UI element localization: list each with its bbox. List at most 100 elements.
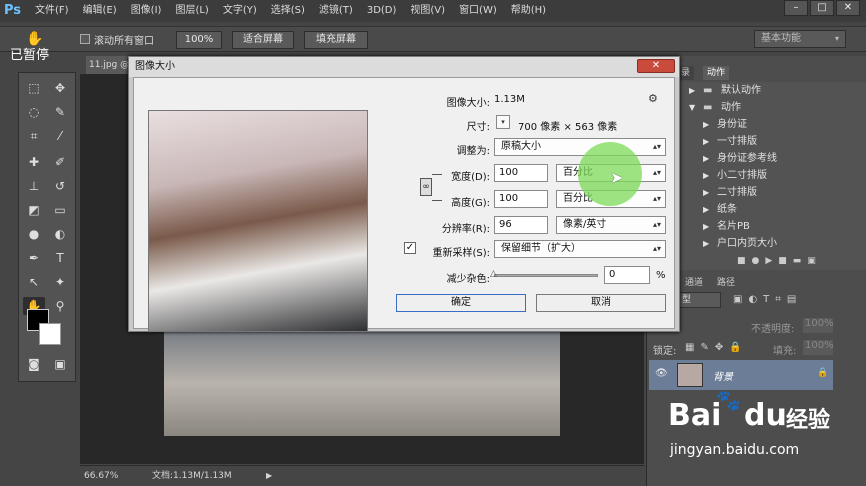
action-item[interactable]: ▶ 纸条 bbox=[677, 201, 866, 218]
height-field[interactable]: 100 bbox=[494, 190, 548, 208]
opacity-field[interactable]: 100% bbox=[803, 318, 834, 333]
action-item[interactable]: ▶ 身份证参考线 bbox=[677, 150, 866, 167]
image-preview[interactable] bbox=[148, 110, 368, 332]
ok-button[interactable]: 确定 bbox=[396, 294, 526, 312]
expand-arrow-icon[interactable]: ▶ bbox=[703, 201, 709, 218]
healing-brush-tool-icon[interactable]: ✚ bbox=[23, 153, 45, 171]
stamp-tool-icon[interactable]: ⊥ bbox=[23, 177, 45, 195]
menu-file[interactable]: 文件(F) bbox=[28, 0, 76, 22]
lock-icons[interactable]: ▦✎✥🔒 bbox=[685, 342, 748, 353]
menu-edit[interactable]: 编辑(E) bbox=[76, 0, 124, 22]
image-size-value: 1.13M bbox=[494, 94, 525, 105]
action-folder-default[interactable]: ▶ ▬ 默认动作 bbox=[677, 82, 866, 99]
fill-label: 填充: bbox=[773, 346, 797, 357]
tab-paths[interactable]: 路径 bbox=[713, 276, 739, 290]
action-item[interactable]: ▶ 身份证 bbox=[677, 116, 866, 133]
resample-label: 重新采样(S): bbox=[432, 248, 490, 259]
expand-arrow-icon[interactable]: ▶ bbox=[703, 116, 709, 133]
maximize-button[interactable]: □ bbox=[810, 0, 834, 16]
menu-window[interactable]: 窗口(W) bbox=[452, 0, 504, 22]
menu-3d[interactable]: 3D(D) bbox=[360, 0, 404, 22]
action-item[interactable]: ▶ 小二寸排版 bbox=[677, 167, 866, 184]
action-item[interactable]: ▶ 户口内页大小 bbox=[677, 235, 866, 252]
expand-arrow-icon[interactable]: ▶ bbox=[703, 167, 709, 184]
layer-name: 背景 bbox=[713, 372, 733, 383]
fit-to-select[interactable]: 原稿大小 ▴▾ bbox=[494, 138, 666, 156]
resample-method-select[interactable]: 保留细节（扩大） ▴▾ bbox=[494, 240, 666, 258]
lock-icon: 🔒 bbox=[817, 368, 829, 378]
menu-image[interactable]: 图像(I) bbox=[124, 0, 169, 22]
workspace-select[interactable]: 基本功能 ▾ bbox=[754, 30, 846, 48]
minimize-button[interactable]: – bbox=[784, 0, 808, 16]
crop-tool-icon[interactable]: ⌗ bbox=[23, 127, 45, 145]
expand-arrow-icon[interactable]: ▶ bbox=[703, 133, 709, 150]
menu-help[interactable]: 帮助(H) bbox=[504, 0, 553, 22]
reduce-noise-field[interactable]: 0 bbox=[604, 266, 650, 284]
action-folder-actions[interactable]: ▼ ▬ 动作 bbox=[677, 99, 866, 116]
pen-tool-icon[interactable]: ✒ bbox=[23, 249, 45, 267]
history-brush-tool-icon[interactable]: ↺ bbox=[49, 177, 71, 195]
zoom-100-button[interactable]: 100% bbox=[176, 31, 222, 49]
shape-tool-icon[interactable]: ✦ bbox=[49, 273, 71, 291]
width-field[interactable]: 100 bbox=[494, 164, 548, 182]
gradient-tool-icon[interactable]: ▭ bbox=[49, 201, 71, 219]
menu-layer[interactable]: 图层(L) bbox=[168, 0, 215, 22]
reduce-noise-slider[interactable] bbox=[494, 274, 598, 277]
type-tool-icon[interactable]: T bbox=[49, 249, 71, 267]
zoom-level[interactable]: 66.67% bbox=[84, 466, 118, 486]
lasso-tool-icon[interactable]: ◌ bbox=[23, 103, 45, 121]
actions-toolbar-icons[interactable]: ■●▶■▬▣ bbox=[737, 256, 822, 266]
status-arrow-icon[interactable]: ▶ bbox=[266, 466, 272, 486]
marquee-tool-icon[interactable]: ⬚ bbox=[23, 79, 45, 97]
quick-mask-icon[interactable]: ◙ bbox=[23, 355, 45, 373]
eye-icon[interactable]: 👁 bbox=[655, 368, 668, 379]
menu-select[interactable]: 选择(S) bbox=[264, 0, 312, 22]
dialog-close-button[interactable]: ✕ bbox=[637, 59, 675, 73]
fit-screen-button[interactable]: 适合屏幕 bbox=[232, 31, 294, 49]
layer-kind-filter[interactable]: 型 bbox=[677, 292, 721, 308]
expand-arrow-icon[interactable]: ▶ bbox=[703, 184, 709, 201]
menu-filter[interactable]: 滤镜(T) bbox=[312, 0, 360, 22]
resolution-unit-select[interactable]: 像素/英寸 ▴▾ bbox=[556, 216, 666, 234]
zoom-tool-icon[interactable]: ⚲ bbox=[49, 297, 71, 315]
tab-channels[interactable]: 通道 bbox=[681, 276, 707, 290]
document-info: 文档:1.13M/1.13M bbox=[152, 471, 232, 481]
move-tool-icon[interactable]: ✥ bbox=[49, 79, 71, 97]
close-button[interactable]: ✕ bbox=[836, 0, 860, 16]
background-color-swatch[interactable] bbox=[39, 323, 61, 345]
action-item[interactable]: ▶ 一寸排版 bbox=[677, 133, 866, 150]
status-bar: 66.67% 文档:1.13M/1.13M ▶ bbox=[80, 465, 644, 486]
screen-mode-icon[interactable]: ▣ bbox=[49, 355, 71, 373]
document-tab[interactable]: 11.jpg @ bbox=[86, 56, 132, 74]
paused-overlay-text: 已暂停 bbox=[10, 48, 50, 63]
action-item[interactable]: ▶ 名片PB bbox=[677, 218, 866, 235]
slider-thumb[interactable]: △ bbox=[490, 269, 497, 279]
menu-type[interactable]: 文字(Y) bbox=[216, 0, 264, 22]
scroll-all-checkbox[interactable] bbox=[80, 34, 90, 44]
expand-arrow-icon[interactable]: ▶ bbox=[703, 218, 709, 235]
menu-view[interactable]: 视图(V) bbox=[403, 0, 452, 22]
expand-arrow-icon[interactable]: ▶ bbox=[689, 82, 695, 99]
quick-select-tool-icon[interactable]: ✎ bbox=[49, 103, 71, 121]
action-item[interactable]: ▶ 二寸排版 bbox=[677, 184, 866, 201]
gear-icon[interactable]: ⚙ bbox=[648, 92, 658, 105]
tab-actions[interactable]: 动作 bbox=[703, 66, 730, 80]
blur-tool-icon[interactable]: ● bbox=[23, 225, 45, 243]
resample-checkbox[interactable]: ✓ bbox=[404, 242, 416, 254]
dodge-tool-icon[interactable]: ◐ bbox=[49, 225, 71, 243]
fill-screen-button[interactable]: 填充屏幕 bbox=[304, 31, 368, 49]
expand-arrow-icon[interactable]: ▶ bbox=[703, 235, 709, 252]
path-select-tool-icon[interactable]: ↖ bbox=[23, 273, 45, 291]
fill-field[interactable]: 100% bbox=[803, 340, 834, 355]
collapse-arrow-icon[interactable]: ▼ bbox=[689, 99, 695, 116]
watermark-brand: Bai bbox=[668, 398, 722, 433]
cancel-button[interactable]: 取消 bbox=[536, 294, 666, 312]
eraser-tool-icon[interactable]: ◩ bbox=[23, 201, 45, 219]
brush-tool-icon[interactable]: ✐ bbox=[49, 153, 71, 171]
dimensions-dropdown-icon[interactable]: ▾ bbox=[496, 115, 510, 129]
resolution-field[interactable]: 96 bbox=[494, 216, 548, 234]
layer-filter-icons[interactable]: ▣◐T⌗▤ bbox=[733, 294, 802, 305]
expand-arrow-icon[interactable]: ▶ bbox=[703, 150, 709, 167]
eyedropper-tool-icon[interactable]: ⁄ bbox=[49, 127, 71, 145]
layer-row-background[interactable]: 👁 背景 🔒 bbox=[649, 360, 833, 390]
